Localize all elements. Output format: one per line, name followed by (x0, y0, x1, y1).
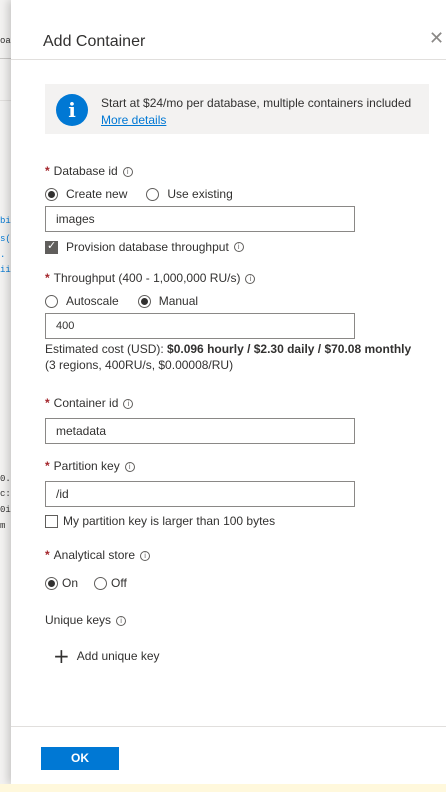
background-text: m (0, 521, 6, 531)
info-tooltip-icon[interactable]: i (140, 550, 151, 561)
large-partition-key-checkbox[interactable]: My partition key is larger than 100 byte… (45, 514, 275, 528)
background-text: bi (0, 216, 11, 226)
background-divider (0, 100, 11, 101)
radio-selected-icon[interactable] (137, 294, 151, 308)
title-divider (11, 59, 446, 60)
checkbox-unchecked-icon[interactable] (45, 514, 58, 528)
info-tooltip-icon[interactable]: i (123, 398, 134, 409)
provision-throughput-label: Provision database throughput (66, 240, 229, 254)
cost-amount: $0.096 hourly / $2.30 daily / $70.08 mon… (167, 342, 412, 356)
info-tooltip-icon[interactable]: i (122, 166, 133, 177)
background-page: oa bi s( . ii 0. c: 0i m (0, 0, 11, 792)
database-mode-radio-group: Create new Use existing (45, 187, 233, 201)
background-text: s( (0, 234, 11, 244)
close-icon[interactable]: ✕ (429, 28, 444, 49)
radio-unselected-icon[interactable] (94, 576, 108, 590)
throughput-input[interactable]: 400 (45, 313, 355, 339)
database-id-label-text: Database id (53, 164, 118, 178)
partition-key-label: * Partition key i (45, 459, 135, 473)
analytical-store-radio-group: On Off (45, 576, 127, 590)
bottom-notification-band (0, 784, 446, 792)
add-container-panel: Add Container ✕ i Start at $24/mo per da… (11, 0, 446, 784)
manual-radio[interactable]: Manual (137, 294, 199, 308)
analytical-store-label-text: Analytical store (53, 548, 136, 562)
panel-title: Add Container (43, 33, 146, 50)
throughput-label: * Throughput (400 - 1,000,000 RU/s) i (45, 271, 256, 285)
create-new-radio[interactable]: Create new (45, 187, 127, 201)
partition-key-label-text: Partition key (53, 459, 120, 473)
radio-unselected-icon[interactable] (146, 187, 160, 201)
autoscale-label: Autoscale (66, 294, 119, 308)
cost-prefix: Estimated cost (USD): (45, 342, 168, 356)
background-text: 0i (0, 505, 11, 515)
unique-keys-label: Unique keys i (45, 613, 127, 627)
use-existing-label: Use existing (167, 187, 233, 201)
background-text: ii (0, 265, 11, 275)
partition-key-input[interactable]: /id (45, 481, 355, 507)
large-partition-key-label: My partition key is larger than 100 byte… (63, 514, 276, 528)
required-marker: * (45, 271, 50, 285)
analytical-off-radio[interactable]: Off (94, 576, 127, 590)
radio-selected-icon[interactable] (45, 576, 58, 590)
analytical-on-radio[interactable]: On (45, 576, 78, 590)
info-tooltip-icon[interactable]: i (124, 461, 135, 472)
info-tooltip-icon[interactable]: i (245, 273, 256, 284)
checkbox-checked-icon[interactable] (45, 239, 58, 254)
use-existing-radio[interactable]: Use existing (146, 187, 233, 201)
plus-icon: + (53, 644, 70, 668)
background-text: 0. (0, 474, 11, 484)
unique-keys-label-text: Unique keys (45, 613, 112, 627)
throughput-label-text: Throughput (400 - 1,000,000 RU/s) (53, 271, 241, 285)
add-unique-key-button[interactable]: + Add unique key (53, 644, 160, 668)
analytical-on-label: On (62, 576, 79, 590)
radio-unselected-icon[interactable] (45, 294, 58, 308)
required-marker: * (45, 459, 50, 473)
autoscale-radio[interactable]: Autoscale (45, 294, 119, 308)
background-divider (0, 58, 11, 59)
info-tooltip-icon[interactable]: i (233, 242, 244, 252)
info-text: Start at $24/mo per database, multiple c… (101, 96, 412, 110)
add-unique-key-label: Add unique key (76, 649, 160, 663)
container-id-input[interactable]: metadata (45, 418, 355, 444)
footer-divider (11, 726, 446, 727)
required-marker: * (45, 164, 50, 178)
container-id-label: * Container id i (45, 396, 134, 410)
ok-button[interactable]: OK (41, 747, 119, 770)
throughput-mode-radio-group: Autoscale Manual (45, 294, 198, 308)
info-icon: i (56, 94, 88, 126)
database-id-label: * Database id i (45, 164, 133, 178)
info-banner: i Start at $24/mo per database, multiple… (45, 84, 429, 134)
analytical-store-label: * Analytical store i (45, 548, 151, 562)
database-id-input[interactable]: images (45, 206, 355, 232)
create-new-label: Create new (66, 187, 128, 201)
container-id-label-text: Container id (53, 396, 119, 410)
estimated-cost: Estimated cost (USD): $0.096 hourly / $2… (45, 341, 411, 373)
cost-detail: (3 regions, 400RU/s, $0.00008/RU) (45, 358, 234, 372)
background-text: oa (0, 36, 11, 46)
background-text: . (0, 250, 6, 260)
analytical-off-label: Off (111, 576, 127, 590)
background-text: c: (0, 489, 11, 499)
manual-label: Manual (158, 294, 199, 308)
info-tooltip-icon[interactable]: i (116, 615, 127, 626)
radio-selected-icon[interactable] (45, 187, 58, 201)
more-details-link[interactable]: More details (101, 113, 166, 127)
required-marker: * (45, 548, 50, 562)
provision-throughput-checkbox[interactable]: Provision database throughput i (45, 239, 244, 254)
required-marker: * (45, 396, 50, 410)
